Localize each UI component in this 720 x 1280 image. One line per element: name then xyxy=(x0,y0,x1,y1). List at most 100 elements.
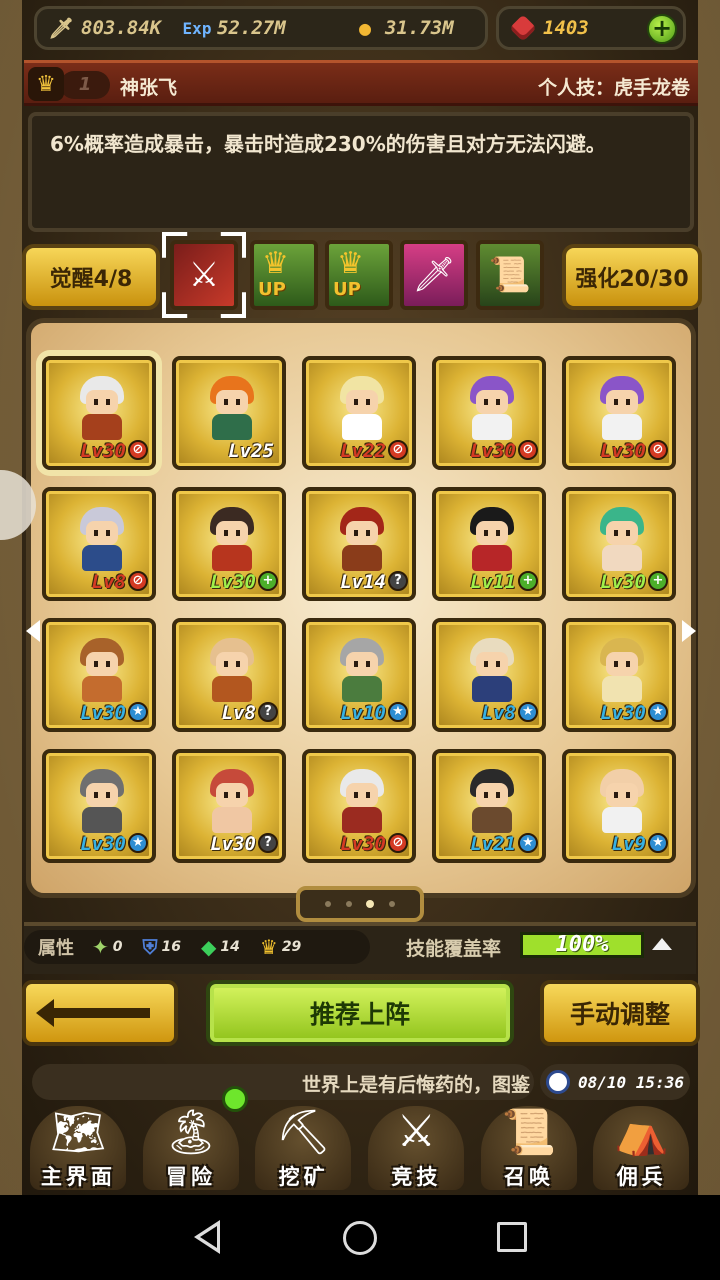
nav-label: 召唤 xyxy=(504,1165,555,1189)
nav-label: 冒险 xyxy=(166,1165,216,1189)
skill-coverage-bar: 100% xyxy=(520,932,644,958)
clock-display: 08/10 15:36 xyxy=(540,1064,690,1100)
system-recent-apps-icon[interactable] xyxy=(497,1222,527,1252)
hero-card[interactable]: Lv30 ⊘ xyxy=(562,356,676,470)
nav-label: 主界面 xyxy=(40,1165,116,1189)
awaken-button[interactable]: 觉醒4/8 xyxy=(22,244,160,310)
hero-card[interactable]: Lv22 ⊘ xyxy=(302,356,416,470)
attribute-shield: ⛨ 16 xyxy=(142,935,181,959)
system-back-icon[interactable] xyxy=(194,1220,220,1254)
hero-card[interactable]: Lv30 + xyxy=(562,487,676,601)
up-label: UP xyxy=(258,279,286,300)
scroll-icon: 📜 xyxy=(488,255,532,295)
manual-adjust-button[interactable]: 手动调整 xyxy=(540,980,700,1046)
hero-status-star-icon: ★ xyxy=(388,702,408,722)
hero-card[interactable]: Lv30 ⊘ xyxy=(302,749,416,863)
hero-portrait xyxy=(74,376,130,442)
hero-card[interactable]: Lv30 ★ xyxy=(562,618,676,732)
skill-slot-scroll[interactable]: 📜 xyxy=(476,240,544,310)
page-dot[interactable] xyxy=(389,901,396,907)
attribute-crown: ♛ 29 xyxy=(259,935,302,959)
clock-text: 08/10 15:36 xyxy=(578,1072,684,1092)
skill-slot-purple-sword[interactable]: 🗡 xyxy=(400,240,468,310)
nav-label: 佣兵 xyxy=(616,1165,667,1189)
exp-icon: Exp xyxy=(182,18,212,38)
hero-card[interactable]: Lv30 ★ xyxy=(42,618,156,732)
recommend-deploy-button[interactable]: 推荐上阵 xyxy=(206,980,514,1046)
nav-item-tent[interactable]: ⛺ 佣兵 xyxy=(585,1100,698,1195)
hero-level: Lv22 xyxy=(340,440,386,462)
sword-icon: 🗡 xyxy=(48,16,74,40)
nav-item-island[interactable]: 🏝 冒险 xyxy=(135,1100,248,1195)
hero-status-add-icon: + xyxy=(258,571,278,591)
hero-portrait xyxy=(594,638,650,704)
hero-portrait xyxy=(204,376,260,442)
hero-card[interactable]: Lv11 + xyxy=(432,487,546,601)
hero-status-star-icon: ★ xyxy=(648,702,668,722)
hero-level: Lv8 xyxy=(91,571,126,593)
ruby-icon xyxy=(509,14,537,42)
nav-label: 挖矿 xyxy=(278,1165,329,1189)
add-gems-button[interactable]: + xyxy=(647,14,677,44)
hero-card[interactable]: Lv25 xyxy=(172,356,286,470)
skill-description-box: 6%概率造成暴击，暴击时造成230%的伤害且对方无法闪避。 xyxy=(28,112,694,232)
hero-status-rem-icon: ⊘ xyxy=(518,440,538,460)
hero-card[interactable]: Lv30 ★ xyxy=(42,749,156,863)
hero-status-rem-icon: ⊘ xyxy=(388,833,408,853)
hero-name: 神张飞 xyxy=(120,77,178,99)
hero-portrait xyxy=(204,769,260,835)
hero-portrait xyxy=(464,769,520,835)
nav-item-summon-scroll[interactable]: 📜 召唤 xyxy=(473,1100,586,1195)
back-button[interactable] xyxy=(22,980,178,1046)
attack-resource: 🗡 803.84K xyxy=(37,9,173,47)
strengthen-button[interactable]: 强化20/30 xyxy=(562,244,702,310)
skill-description: 6%概率造成暴击，暴击时造成230%的伤害且对方无法闪避。 xyxy=(50,132,606,156)
hero-level: Lv30 xyxy=(80,702,126,724)
back-arrow-icon xyxy=(36,999,150,1027)
nav-item-pickaxe[interactable]: ⛏ 挖矿 xyxy=(247,1100,360,1195)
nav-item-crossed-swords[interactable]: ⚔ 竞技 xyxy=(360,1100,473,1195)
hero-card[interactable]: Lv30? xyxy=(172,749,286,863)
crown-up-icon: ♛ xyxy=(337,246,364,281)
next-page-arrow-icon[interactable] xyxy=(682,620,696,642)
hero-portrait xyxy=(74,638,130,704)
expand-up-icon[interactable] xyxy=(652,938,672,950)
purple-sword-icon: 🗡 xyxy=(412,255,456,295)
hero-level: Lv30 xyxy=(470,440,516,462)
hero-card[interactable]: Lv30 + xyxy=(172,487,286,601)
hero-status-star-icon: ★ xyxy=(518,833,538,853)
skill-slot-crown-up-1[interactable]: ♛ UP xyxy=(250,240,318,310)
nav-item-map-scroll[interactable]: 🗺 主界面 xyxy=(22,1100,135,1195)
page-dot[interactable] xyxy=(345,901,352,907)
page-dot[interactable] xyxy=(324,901,331,907)
hero-card[interactable]: Lv8 ★ xyxy=(432,618,546,732)
hero-card[interactable]: Lv10 ★ xyxy=(302,618,416,732)
skill-slot-crossed-blades[interactable]: ⚔ xyxy=(170,240,238,310)
attribute-gem: ◆ 14 xyxy=(201,935,240,959)
hero-card[interactable]: Lv9 ★ xyxy=(562,749,676,863)
hero-card[interactable]: Lv21 ★ xyxy=(432,749,546,863)
hero-card[interactable]: Lv8? xyxy=(172,618,286,732)
hero-portrait xyxy=(204,507,260,573)
prev-page-arrow-icon[interactable] xyxy=(26,620,40,642)
news-ticker: 世界上是有后悔药的，图鉴 xyxy=(32,1064,534,1100)
hero-status-star-icon: ★ xyxy=(128,833,148,853)
gold-coin-icon: ● xyxy=(358,16,372,40)
attribute-wind: ✦ 0 xyxy=(92,935,123,959)
page-dot[interactable] xyxy=(366,900,375,908)
hero-level: Lv25 xyxy=(228,440,274,462)
system-home-icon[interactable] xyxy=(343,1221,377,1255)
hero-portrait xyxy=(74,769,130,835)
hero-card[interactable]: Lv8 ⊘ xyxy=(42,487,156,601)
skill-slot-crown-up-2[interactable]: ♛ UP xyxy=(325,240,393,310)
hero-level: Lv11 xyxy=(470,571,516,593)
ticker-text: 世界上是有后悔药的，图鉴 xyxy=(301,1074,530,1096)
hero-level: Lv30 xyxy=(600,571,646,593)
hero-level: Lv9 xyxy=(611,833,646,855)
hero-portrait xyxy=(594,769,650,835)
hero-card[interactable]: Lv30 ⊘ xyxy=(42,356,156,470)
crown-icon: ♛ xyxy=(259,935,278,959)
hero-card[interactable]: Lv14? xyxy=(302,487,416,601)
hero-card[interactable]: Lv30 ⊘ xyxy=(432,356,546,470)
crossed-blades-icon: ⚔ xyxy=(188,255,220,295)
